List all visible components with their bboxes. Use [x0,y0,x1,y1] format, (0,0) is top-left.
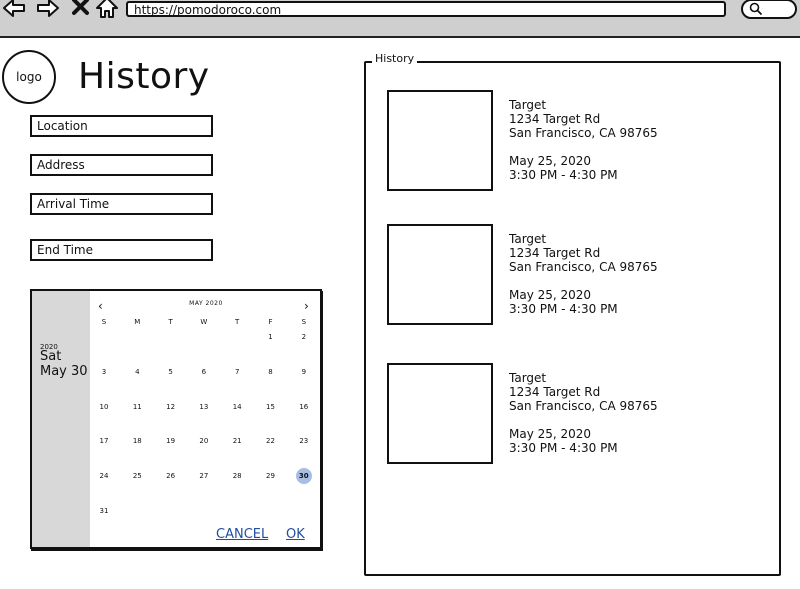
calendar-day[interactable]: 1 [263,329,279,345]
address-bar[interactable]: https://pomodoroco.com [126,1,726,17]
weekday-header: F [268,318,273,326]
history-entry: Target 1234 Target Rd San Francisco, CA … [509,371,658,455]
calendar-day[interactable]: 24 [96,468,112,484]
calendar-day[interactable]: 13 [196,399,212,415]
forward-arrow-icon[interactable] [35,0,61,22]
calendar-day[interactable]: 4 [129,364,145,380]
logo: logo [2,50,56,104]
browser-toolbar: https://pomodoroco.com [0,0,800,38]
weekday-header: T [168,318,173,326]
address-field[interactable]: Address [30,154,213,176]
calendar-day[interactable]: 15 [263,399,279,415]
weekday-header: T [235,318,240,326]
history-panel-legend: History [372,52,418,66]
calendar-day[interactable]: 2 [296,329,312,345]
calendar-month-label: MAY 2020 [189,300,223,307]
entry-date: May 25, 2020 [509,288,592,302]
calendar-day[interactable]: 10 [96,399,112,415]
calendar-day[interactable]: 7 [229,364,245,380]
calendar-day[interactable]: 12 [163,399,179,415]
history-thumbnail [387,90,493,191]
calendar-day[interactable]: 27 [196,468,212,484]
close-icon[interactable] [68,0,94,22]
calendar-day[interactable]: 9 [296,364,312,380]
location-field[interactable]: Location [30,115,213,137]
back-arrow-icon[interactable] [2,0,28,22]
entry-time: 3:30 PM - 4:30 PM [509,168,618,182]
calendar-day[interactable]: 14 [229,399,245,415]
entry-street: 1234 Target Rd [509,112,601,126]
calendar-day[interactable]: 8 [263,364,279,380]
search-icon [749,2,763,16]
entry-city: San Francisco, CA 98765 [509,126,658,140]
entry-street: 1234 Target Rd [509,246,601,260]
calendar-day[interactable]: 18 [129,433,145,449]
calendar-day[interactable]: 6 [196,364,212,380]
calendar-day-selected[interactable]: 30 [295,468,312,485]
entry-date: May 25, 2020 [509,154,592,168]
arrival-time-field[interactable]: Arrival Time [30,193,213,215]
entry-date: May 25, 2020 [509,427,592,441]
date-picker: 2020 Sat May 30 ‹ MAY 2020 › SMTWTFS1234… [30,289,322,549]
next-month-chevron-icon[interactable]: › [304,300,309,312]
entry-name: Target [509,232,547,246]
entry-city: San Francisco, CA 98765 [509,399,658,413]
page-title: History [78,56,210,97]
calendar-day[interactable]: 5 [163,364,179,380]
calendar-day[interactable]: 21 [229,433,245,449]
entry-name: Target [509,371,547,385]
entry-time: 3:30 PM - 4:30 PM [509,441,618,455]
calendar-day[interactable]: 19 [163,433,179,449]
selected-weekday: Sat [40,349,62,364]
weekday-header: S [301,318,307,326]
weekday-header: S [101,318,107,326]
calendar-day[interactable]: 26 [163,468,179,484]
date-picker-header: 2020 Sat May 30 [32,291,90,547]
cancel-button[interactable]: CANCEL [216,527,268,542]
history-thumbnail [387,363,493,464]
history-entry: Target 1234 Target Rd San Francisco, CA … [509,232,658,316]
weekday-header: W [200,318,208,326]
history-entry: Target 1234 Target Rd San Francisco, CA … [509,98,658,182]
calendar-day[interactable]: 29 [263,468,279,484]
end-time-field[interactable]: End Time [30,239,213,261]
weekday-header: M [134,318,141,326]
calendar-day[interactable]: 17 [96,433,112,449]
entry-street: 1234 Target Rd [509,385,601,399]
ok-button[interactable]: OK [286,527,305,542]
calendar-day[interactable]: 25 [129,468,145,484]
calendar-day[interactable]: 31 [96,503,112,519]
calendar-day[interactable]: 16 [296,399,312,415]
selected-date: May 30 [40,364,88,379]
calendar-day[interactable]: 28 [229,468,245,484]
entry-name: Target [509,98,547,112]
entry-city: San Francisco, CA 98765 [509,260,658,274]
entry-time: 3:30 PM - 4:30 PM [509,302,618,316]
calendar-day[interactable]: 20 [196,433,212,449]
browser-search-field[interactable] [741,0,797,19]
calendar-day[interactable]: 11 [129,399,145,415]
calendar-day[interactable]: 22 [263,433,279,449]
history-thumbnail [387,224,493,325]
calendar-day[interactable]: 3 [96,364,112,380]
home-icon[interactable] [94,0,120,22]
calendar-day[interactable]: 23 [296,433,312,449]
